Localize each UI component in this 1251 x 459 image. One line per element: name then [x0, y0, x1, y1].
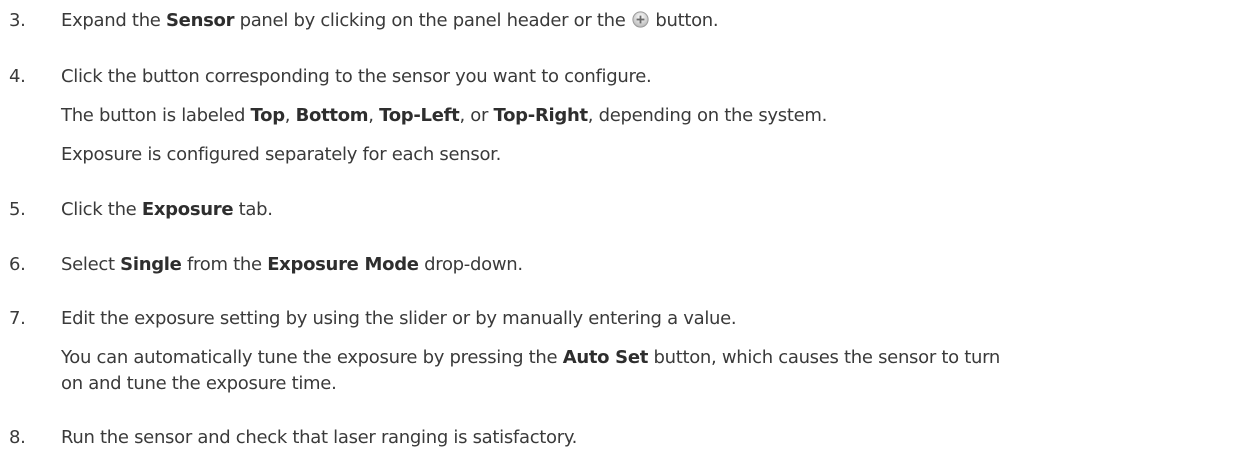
list-item-step-8: 8. Run the sensor and check that laser r…: [0, 425, 1251, 451]
step-4-detail-buttons: The button is labeled Top, Bottom, Top-L…: [61, 103, 827, 129]
step-text: Click the Exposure tab.: [61, 197, 273, 223]
step-number: 6.: [9, 254, 26, 275]
list-item-step-3: 3. Expand the Sensor panel by clicking o…: [0, 8, 1251, 34]
step-text: Edit the exposure setting by using the s…: [61, 308, 737, 329]
text-run: Select: [61, 254, 121, 275]
ui-term-single: Single: [120, 254, 182, 275]
text-run: , depending on the system.: [587, 105, 828, 126]
step-7-detail-line-2: on and tune the exposure time.: [61, 373, 337, 394]
text-run: ,: [284, 105, 296, 126]
text-run: button.: [649, 10, 719, 31]
text-run: button, which causes the sensor to turn: [648, 347, 1001, 368]
ui-term-top: Top: [250, 105, 286, 126]
text-run: Expand the: [61, 10, 166, 31]
text-run: from the: [181, 254, 268, 275]
plus-circle-icon: [632, 10, 649, 28]
step-7-detail-line-1: You can automatically tune the exposure …: [61, 345, 1000, 371]
text-run: tab.: [233, 199, 273, 220]
text-run: ,: [368, 105, 380, 126]
step-text: Expand the Sensor panel by clicking on t…: [61, 8, 719, 34]
list-item-step-6: 6. Select Single from the Exposure Mode …: [0, 252, 1251, 278]
list-item-step-4: 4. Click the button corresponding to the…: [0, 64, 1251, 90]
step-number: 5.: [9, 199, 26, 220]
ui-term-top-right: Top-Right: [493, 105, 589, 126]
ui-term-bottom: Bottom: [295, 105, 369, 126]
text-run: , or: [459, 105, 494, 126]
step-text: Run the sensor and check that laser rang…: [61, 427, 578, 448]
ui-term-exposure-mode: Exposure Mode: [267, 254, 419, 275]
list-item-step-7: 7. Edit the exposure setting by using th…: [0, 306, 1251, 332]
text-run: You can automatically tune the exposure …: [61, 347, 563, 368]
step-number: 4.: [9, 66, 26, 87]
instruction-list: 3. Expand the Sensor panel by clicking o…: [0, 0, 1251, 459]
text-run: drop-down.: [418, 254, 523, 275]
step-4-detail-exposure: Exposure is configured separately for ea…: [61, 144, 502, 165]
step-number: 8.: [9, 427, 26, 448]
ui-term-exposure: Exposure: [141, 199, 234, 220]
ui-term-top-left: Top-Left: [379, 105, 460, 126]
step-number: 7.: [9, 308, 26, 329]
text-run: Click the: [61, 199, 142, 220]
step-text: Select Single from the Exposure Mode dro…: [61, 252, 523, 278]
ui-term-sensor: Sensor: [166, 10, 235, 31]
ui-term-auto-set: Auto Set: [562, 347, 649, 368]
step-text: Click the button corresponding to the se…: [61, 66, 652, 87]
step-number: 3.: [9, 10, 26, 31]
text-run: The button is labeled: [61, 105, 251, 126]
list-item-step-5: 5. Click the Exposure tab.: [0, 197, 1251, 223]
text-run: panel by clicking on the panel header or…: [234, 10, 631, 31]
